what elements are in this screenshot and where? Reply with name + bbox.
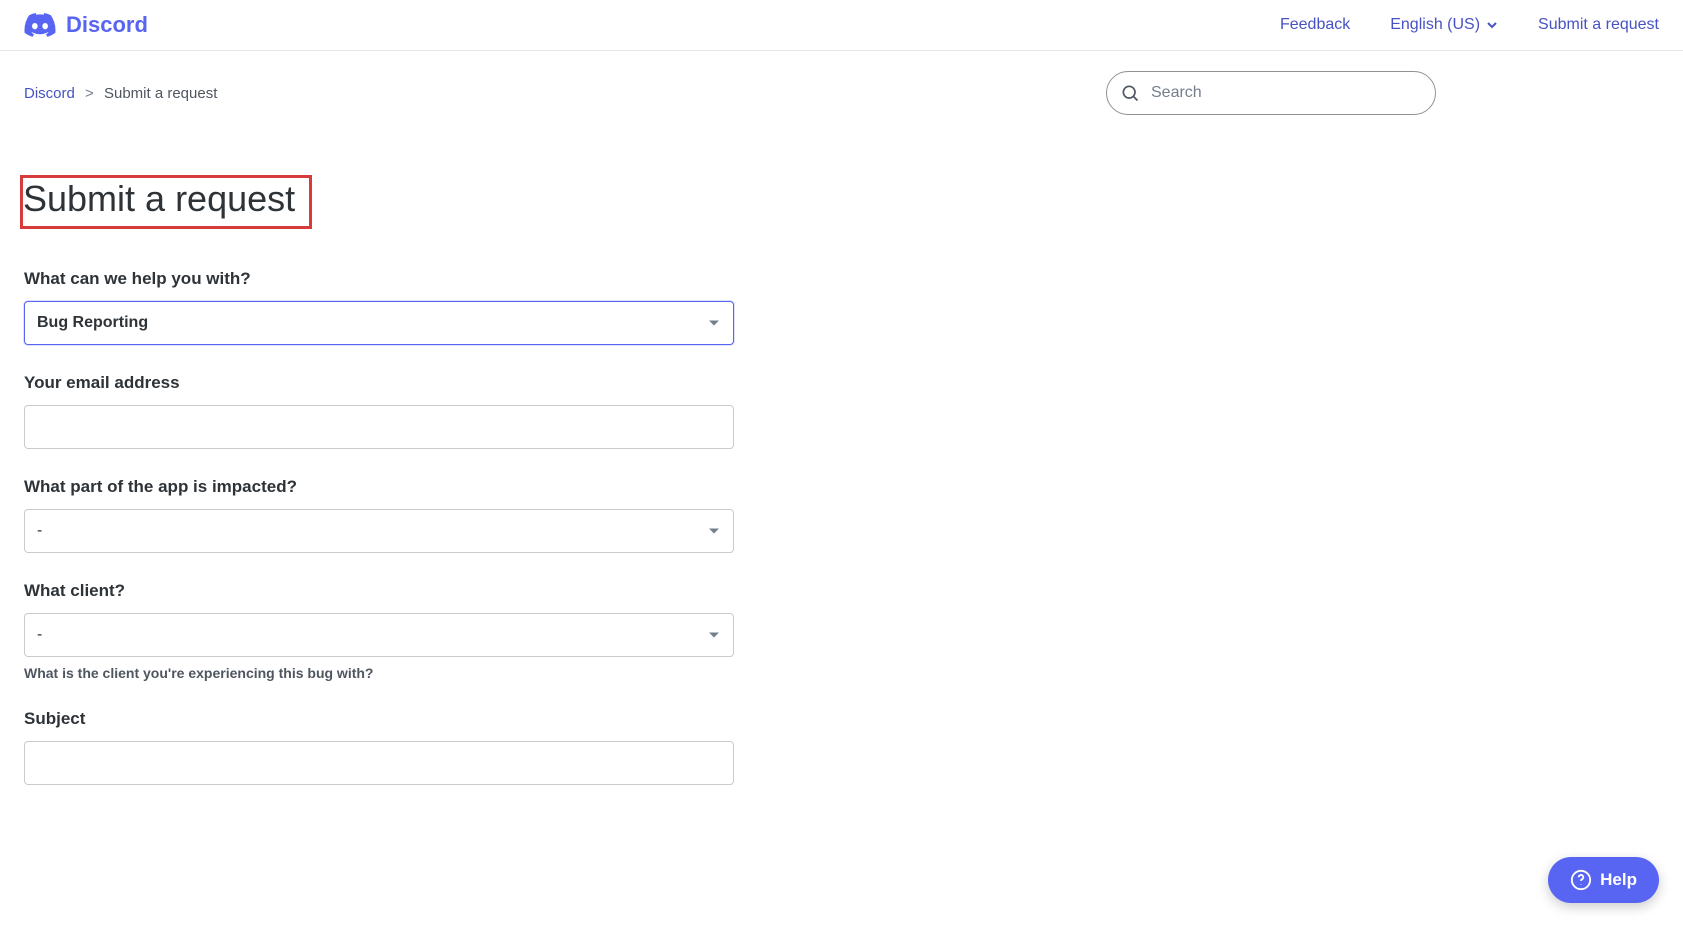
- field-app-impact: What part of the app is impacted? -: [24, 477, 756, 553]
- brand-name: Discord: [66, 12, 148, 38]
- subject-label: Subject: [24, 709, 756, 729]
- breadcrumb-separator: >: [85, 85, 94, 102]
- title-highlight-box: Submit a request: [20, 175, 312, 229]
- help-with-select[interactable]: Bug Reporting: [24, 301, 734, 345]
- app-impact-value: -: [37, 522, 42, 540]
- main-content: Submit a request What can we help you wi…: [0, 175, 780, 785]
- nav-feedback[interactable]: Feedback: [1280, 16, 1350, 34]
- brand-logo-link[interactable]: Discord: [24, 12, 148, 38]
- caret-down-icon: [709, 321, 719, 326]
- site-header: Discord Feedback English (US) Submit a r…: [0, 0, 1683, 51]
- search-wrapper: [1106, 71, 1436, 115]
- help-widget-button[interactable]: Help: [1548, 857, 1659, 903]
- field-client: What client? - What is the client you're…: [24, 581, 756, 681]
- help-with-label: What can we help you with?: [24, 269, 756, 289]
- caret-down-icon: [709, 529, 719, 534]
- sub-header: Discord > Submit a request: [0, 51, 1460, 115]
- email-input[interactable]: [24, 405, 734, 449]
- nav-submit-request[interactable]: Submit a request: [1538, 16, 1659, 34]
- chevron-down-icon: [1486, 19, 1498, 31]
- client-value: -: [37, 626, 42, 644]
- title-wrap: Submit a request: [24, 175, 756, 229]
- app-impact-select[interactable]: -: [24, 509, 734, 553]
- client-label: What client?: [24, 581, 756, 601]
- breadcrumb: Discord > Submit a request: [24, 85, 217, 102]
- help-with-value: Bug Reporting: [37, 314, 148, 332]
- help-widget-label: Help: [1600, 870, 1637, 890]
- language-selector[interactable]: English (US): [1390, 16, 1498, 34]
- field-help-with: What can we help you with? Bug Reporting: [24, 269, 756, 345]
- discord-icon: [24, 13, 56, 37]
- page-title: Submit a request: [23, 178, 295, 220]
- language-label: English (US): [1390, 16, 1480, 34]
- search-input[interactable]: [1106, 71, 1436, 115]
- app-impact-label: What part of the app is impacted?: [24, 477, 756, 497]
- field-email: Your email address: [24, 373, 756, 449]
- help-icon: [1570, 869, 1592, 891]
- client-select[interactable]: -: [24, 613, 734, 657]
- breadcrumb-home[interactable]: Discord: [24, 85, 75, 102]
- field-subject: Subject: [24, 709, 756, 785]
- subject-input[interactable]: [24, 741, 734, 785]
- top-nav: Feedback English (US) Submit a request: [1280, 16, 1659, 34]
- search-icon: [1120, 83, 1140, 103]
- caret-down-icon: [709, 633, 719, 638]
- breadcrumb-current: Submit a request: [104, 85, 217, 102]
- email-label: Your email address: [24, 373, 756, 393]
- client-hint: What is the client you're experiencing t…: [24, 665, 756, 681]
